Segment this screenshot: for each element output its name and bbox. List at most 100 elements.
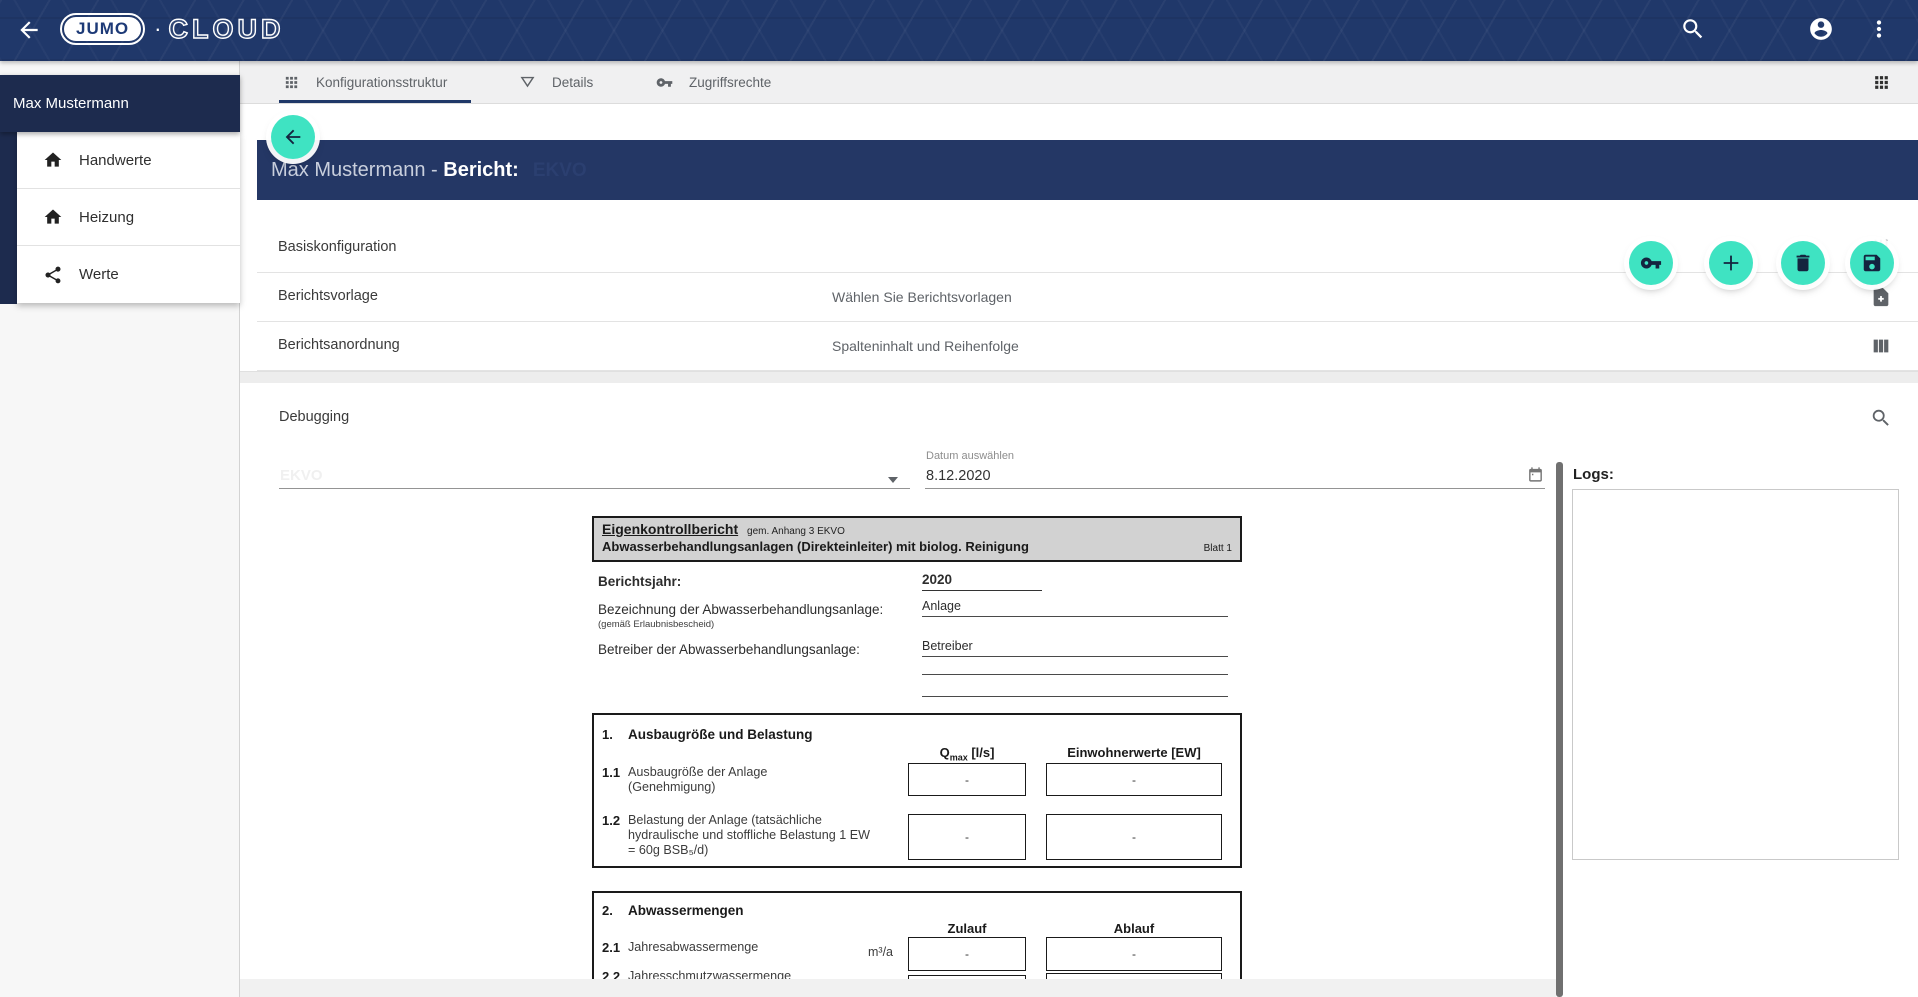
field-note-name: (gemäß Erlaubnisbescheid) [598, 619, 714, 630]
chevron-down-icon[interactable] [888, 477, 898, 483]
filter-icon [519, 74, 536, 91]
section-number: 1. [602, 727, 613, 742]
row-berichtsvorlage[interactable]: Berichtsvorlage Wählen Sie Berichtsvorla… [257, 273, 1918, 322]
row-number: 2.1 [602, 940, 620, 955]
section-title: Ausbaugröße und Belastung [628, 727, 813, 742]
row-label: Berichtsvorlage [278, 288, 378, 304]
page-title-bold: Bericht: [443, 159, 519, 181]
column-header-ew: Einwohnerwerte [EW] [1046, 745, 1222, 760]
active-tab-indicator [279, 100, 471, 103]
field-label-name: Bezeichnung der Abwasserbehandlungsanlag… [598, 602, 883, 617]
cloud-logo-text: CLOUD [168, 14, 284, 44]
section-title: Abwassermengen [628, 903, 744, 918]
jumo-cloud-logo: JUMO · CLOUD [60, 13, 284, 45]
date-field-label: Datum auswählen [926, 450, 1014, 462]
search-icon[interactable] [1870, 407, 1892, 429]
report-section-1: 1. Ausbaugröße und Belastung Qmax [l/s] … [592, 713, 1242, 868]
sidebar-item-heizung[interactable]: Heizung [17, 189, 240, 246]
sidebar-item-label: Handwerte [79, 152, 152, 169]
row-label: Berichtsanordnung [278, 337, 400, 353]
value-cell[interactable]: - [908, 763, 1026, 796]
sidebar-item-label: Heizung [79, 209, 134, 226]
report-name-input[interactable]: EKVO [533, 160, 587, 181]
home-icon [43, 207, 63, 227]
search-icon[interactable] [1680, 16, 1706, 42]
add-button[interactable] [1709, 241, 1753, 285]
field-value-operator[interactable]: Betreiber [922, 639, 1228, 657]
grid-icon [283, 74, 300, 91]
page-title: Max Mustermann - Bericht: EKVO [271, 159, 587, 182]
back-arrow-icon[interactable] [16, 17, 42, 43]
key-icon [656, 74, 673, 91]
logs-output-box [1572, 489, 1899, 860]
sidebar-item-label: Werte [79, 266, 119, 283]
value-cell[interactable]: - [1046, 814, 1222, 860]
value-cell[interactable]: - [908, 814, 1026, 860]
row-number: 1.2 [602, 813, 620, 828]
row-unit: m³/a [868, 945, 893, 959]
field-empty-line[interactable] [922, 696, 1228, 697]
note-add-icon[interactable] [1870, 286, 1892, 308]
calendar-icon[interactable] [1527, 466, 1544, 483]
page-title-prefix: Max Mustermann - [271, 159, 443, 181]
report-select-value[interactable]: EKVO [280, 467, 323, 484]
tab-details[interactable]: Details [519, 61, 593, 104]
value-cell[interactable]: - [1046, 763, 1222, 796]
field-label-year: Berichtsjahr: [598, 574, 681, 589]
report-doc-subtitle: Abwasserbehandlungsanlagen (Direkteinlei… [602, 539, 1029, 554]
more-options-icon[interactable] [1866, 16, 1892, 42]
report-select-underline[interactable] [279, 488, 910, 489]
apps-grid-icon[interactable] [1872, 73, 1891, 92]
sidebar-item-werte[interactable]: Werte [17, 246, 240, 303]
back-button[interactable] [271, 115, 315, 159]
report-doc-title: Eigenkontrollbericht [602, 521, 738, 537]
main-content: Konfigurationsstruktur Details Zugriffsr… [240, 61, 1918, 997]
access-rights-button[interactable] [1629, 241, 1673, 285]
sidebar: Max Mustermann Handwerte Heizung Werte [0, 61, 240, 997]
value-cell[interactable]: - [908, 937, 1026, 971]
row-label: Basiskonfiguration [278, 239, 397, 255]
value-cell[interactable]: - [1046, 937, 1222, 971]
delete-button[interactable] [1781, 241, 1825, 285]
configuration-rows: Basiskonfiguration Berichtsvorlage Wähle… [257, 224, 1918, 371]
tab-konfigurationsstruktur[interactable]: Konfigurationsstruktur [283, 61, 447, 104]
jumo-logo-pill: JUMO [60, 13, 145, 45]
vertical-scrollbar[interactable] [1556, 462, 1563, 997]
date-field-value[interactable]: 8.12.2020 [926, 468, 991, 484]
field-label-operator: Betreiber der Abwasserbehandlungsanlage: [598, 642, 860, 657]
sidebar-item-handwerte[interactable]: Handwerte [17, 132, 240, 189]
report-doc-fields: Berichtsjahr: 2020 Bezeichnung der Abwas… [592, 572, 1242, 702]
report-doc-sheet: Blatt 1 [1204, 543, 1232, 554]
sidebar-user-header: Max Mustermann [0, 75, 240, 132]
column-header-zulauf: Zulauf [908, 921, 1026, 936]
horizontal-scrollbar[interactable] [240, 979, 1556, 997]
logo-separator: · [154, 16, 161, 42]
sidebar-accent-strip [0, 132, 17, 304]
row-berichtsanordnung[interactable]: Berichtsanordnung Spalteninhalt und Reih… [257, 322, 1918, 371]
save-button[interactable] [1850, 241, 1894, 285]
row-value[interactable]: Wählen Sie Berichtsvorlagen [832, 289, 1012, 305]
report-doc-header: Eigenkontrollbericht gem. Anhang 3 EKVO … [592, 516, 1242, 562]
account-icon[interactable] [1808, 16, 1834, 42]
report-header-band: Max Mustermann - Bericht: EKVO [257, 140, 1918, 200]
field-empty-line[interactable] [922, 674, 1228, 675]
report-doc-title-note: gem. Anhang 3 EKVO [747, 526, 845, 537]
sidebar-menu: Handwerte Heizung Werte [17, 132, 240, 303]
share-icon [43, 265, 63, 285]
section-separator [240, 371, 1918, 383]
logs-label: Logs: [1573, 466, 1614, 483]
date-field-underline[interactable] [925, 488, 1545, 489]
field-value-name[interactable]: Anlage [922, 599, 1228, 617]
app-window: JUMO · CLOUD Max Mustermann [0, 0, 1918, 997]
tab-label: Zugriffsrechte [689, 75, 771, 90]
row-label: Jahresabwassermenge [628, 940, 758, 955]
column-header-ablauf: Ablauf [1046, 921, 1222, 936]
row-number: 1.1 [602, 765, 620, 780]
section-number: 2. [602, 903, 613, 918]
field-value-year[interactable]: 2020 [922, 572, 1042, 591]
view-column-icon[interactable] [1870, 335, 1892, 357]
tab-zugriffsrechte[interactable]: Zugriffsrechte [656, 61, 771, 104]
row-value[interactable]: Spalteninhalt und Reihenfolge [832, 338, 1019, 354]
sidebar-user-name: Max Mustermann [13, 95, 129, 112]
row-label: Belastung der Anlage (tatsächliche hydra… [628, 813, 880, 858]
